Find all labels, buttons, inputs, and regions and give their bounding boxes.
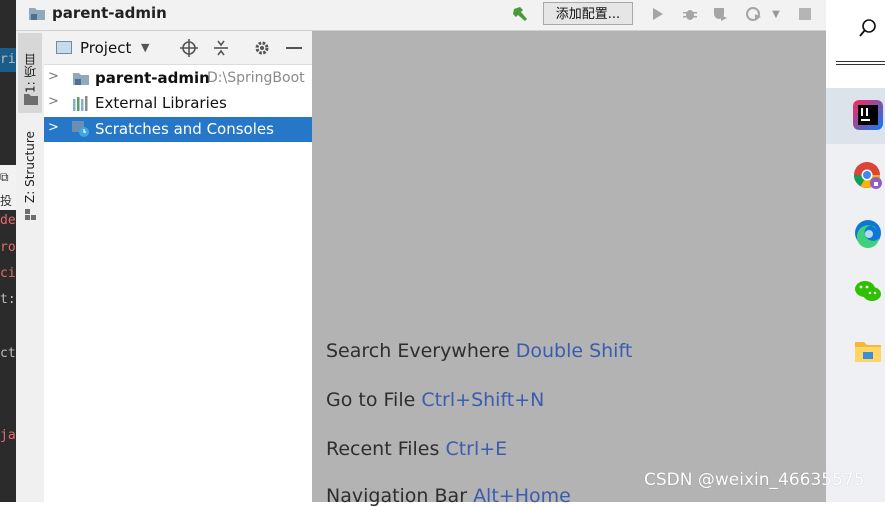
run-icon[interactable] <box>648 4 668 24</box>
hint-text: Go to File <box>326 389 416 411</box>
minimize-icon[interactable] <box>284 38 304 58</box>
hammer-icon[interactable] <box>510 4 530 24</box>
chrome-icon[interactable] <box>853 160 883 190</box>
chevron-down-icon[interactable]: ▼ <box>766 4 786 24</box>
tree-item-path: D:\SpringBoot <box>207 70 305 86</box>
project-panel: Project ▼ > parent-admin D:\SpringBoot > <box>44 31 312 502</box>
module-folder-icon <box>73 73 89 85</box>
bg-text-7: jav <box>0 428 16 443</box>
project-view-selector[interactable]: Project <box>80 39 131 57</box>
search-icon[interactable] <box>858 18 878 43</box>
tool-window-strip: 1: 项目 Z: Structure <box>16 31 45 502</box>
gear-icon[interactable] <box>252 38 272 58</box>
watermark: CSDN @weixin_46635575 <box>644 470 865 490</box>
hint-text: Recent Files <box>326 438 440 460</box>
search-area <box>826 0 885 88</box>
divider <box>836 64 885 65</box>
tab-project-label: 1: 项目 <box>23 53 38 93</box>
scratches-icon <box>72 121 89 137</box>
divider <box>836 61 885 62</box>
tree-item-scratches-and-consoles[interactable]: > Scratches and Consoles <box>44 117 312 142</box>
editor-empty-area: Search Everywhere Double Shift Go to Fil… <box>312 31 826 507</box>
intellij-icon[interactable] <box>853 100 883 130</box>
hint-text: Navigation Bar <box>326 485 468 507</box>
hint-shortcut: Ctrl+E <box>445 438 508 460</box>
bg-icon-text: ⧉ <box>0 170 9 184</box>
add-configuration-button[interactable]: 添加配置... <box>543 2 633 25</box>
profile-icon[interactable] <box>744 4 764 24</box>
coverage-icon[interactable] <box>710 4 730 24</box>
bg-text-3: rou <box>0 240 16 255</box>
chevron-down-icon[interactable]: ▼ <box>141 41 149 54</box>
bg-text-1: rin <box>0 52 16 67</box>
window-title: parent-admin <box>52 4 167 22</box>
tab-structure[interactable]: Z: Structure <box>18 127 42 207</box>
chevron-right-icon[interactable]: > <box>48 120 59 135</box>
bg-text-2: de. <box>0 213 16 228</box>
tree-item-parent-admin[interactable]: > parent-admin D:\SpringBoot <box>44 66 312 91</box>
hint-go-to-file: Go to File Ctrl+Shift+N <box>326 389 544 411</box>
hint-text: Search Everywhere <box>326 340 510 362</box>
background-window-sliver: rin ⧉ 投 de. rou cit t:/v ct jav <box>0 0 16 502</box>
tab-structure-label: Z: Structure <box>23 131 37 203</box>
hint-shortcut: Double Shift <box>515 340 633 362</box>
stop-icon[interactable] <box>795 4 815 24</box>
structure-icon <box>25 209 36 220</box>
title-bar: parent-admin 添加配置... ▼ <box>16 0 826 31</box>
tree-item-label: parent-admin <box>95 69 210 87</box>
file-explorer-icon[interactable] <box>853 336 883 366</box>
bg-text-8: 投 <box>0 194 13 208</box>
collapse-all-icon[interactable] <box>211 38 231 58</box>
hint-shortcut: Ctrl+Shift+N <box>421 389 545 411</box>
taskbar-sliver <box>826 0 885 502</box>
tree-item-label: External Libraries <box>95 94 227 112</box>
chevron-right-icon[interactable]: > <box>48 69 59 84</box>
debug-icon[interactable] <box>680 4 700 24</box>
bg-text-6: ct <box>0 346 16 361</box>
crosshair-icon[interactable] <box>179 38 199 58</box>
tree-item-external-libraries[interactable]: > External Libraries <box>44 91 312 116</box>
hint-shortcut: Alt+Home <box>473 485 571 507</box>
project-folder-icon <box>24 94 38 105</box>
tree-item-label: Scratches and Consoles <box>95 120 274 138</box>
folder-icon <box>29 8 45 20</box>
project-panel-header: Project ▼ <box>44 31 312 65</box>
chevron-right-icon[interactable]: > <box>48 94 59 109</box>
project-view-icon <box>56 41 72 54</box>
library-icon <box>73 96 88 111</box>
hint-recent-files: Recent Files Ctrl+E <box>326 438 507 460</box>
hint-search-everywhere: Search Everywhere Double Shift <box>326 340 632 362</box>
hint-navigation-bar: Navigation Bar Alt+Home <box>326 485 571 507</box>
edge-icon[interactable] <box>853 218 883 248</box>
wechat-icon[interactable] <box>853 276 883 306</box>
bg-text-4: cit <box>0 266 16 281</box>
bg-text-5: t:/v <box>0 292 16 307</box>
